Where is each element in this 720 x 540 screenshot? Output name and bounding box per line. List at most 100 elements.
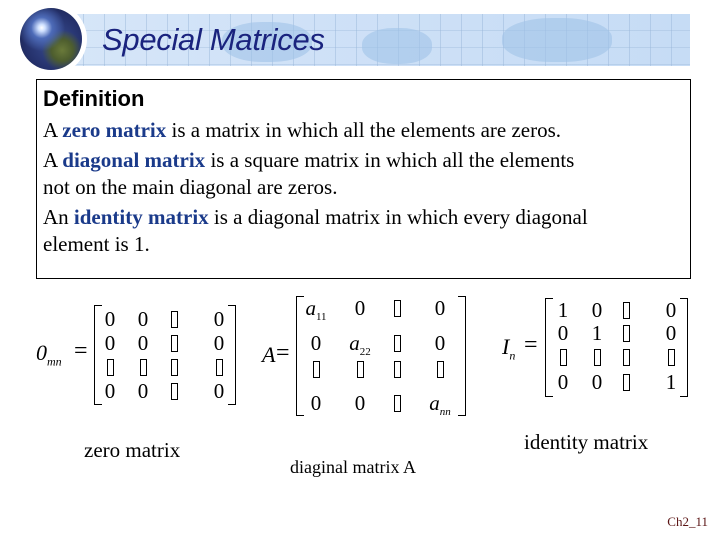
matrix-cell: 0: [665, 321, 677, 345]
placeholder-glyph: [593, 349, 601, 366]
identity-matrix-caption: identity matrix: [524, 430, 649, 454]
definition-prefix: A: [43, 118, 63, 142]
matrix-cell: 0: [665, 298, 677, 322]
definition-continuation: element is 1.: [43, 232, 150, 256]
matrix-cell: 0: [104, 379, 116, 403]
matrix-cell: a22: [349, 331, 371, 359]
page-title: Special Matrices: [102, 22, 325, 57]
matrix-cell: 0: [557, 370, 569, 394]
term-diagonal-matrix: diagonal matrix: [62, 148, 206, 172]
matrix-cell: 0: [104, 331, 116, 355]
matrix-cell: 0: [137, 331, 149, 355]
definition-text: is a matrix in which all the elements ar…: [166, 118, 562, 142]
placeholder-glyph: [312, 361, 320, 378]
zero-matrix-symbol: 0mn: [36, 340, 62, 369]
term-zero-matrix: zero matrix: [62, 118, 167, 142]
left-bracket: [94, 305, 102, 405]
matrix-cell: 0: [213, 331, 225, 355]
equals-sign: =: [524, 332, 538, 358]
matrix-cell: [129, 355, 157, 380]
matrix-cell: a11: [305, 296, 327, 324]
placeholder-glyph: [215, 359, 223, 376]
matrix-cell: 0: [310, 331, 322, 355]
globe-icon: [20, 8, 82, 70]
matrix-cell: [205, 355, 233, 380]
definition-diagonal-matrix: A diagonal matrix is a square matrix in …: [43, 147, 690, 174]
matrix-cell: [612, 345, 640, 370]
definition-prefix: A: [43, 148, 63, 172]
matrix-cell: 0: [104, 307, 116, 331]
matrix-cell: [612, 298, 640, 323]
matrix-cell: [160, 379, 188, 404]
definition-heading: Definition: [43, 86, 145, 111]
matrix-cell: [612, 370, 640, 395]
right-bracket: [228, 305, 236, 405]
placeholder-glyph: [622, 349, 630, 366]
definition-identity-matrix: An identity matrix is a diagonal matrix …: [43, 204, 690, 231]
matrix-cell: [383, 357, 411, 382]
matrix-cell: 0: [591, 370, 603, 394]
placeholder-glyph: [622, 374, 630, 391]
matrix-cell: 0: [557, 321, 569, 345]
right-bracket: [458, 296, 466, 416]
matrix-cell: [383, 391, 411, 416]
diagonal-matrix-symbol: A: [262, 342, 276, 367]
equals-sign: =: [276, 340, 290, 366]
placeholder-glyph: [622, 325, 630, 342]
matrix-cell: 0: [434, 331, 446, 355]
placeholder-glyph: [170, 359, 178, 376]
matrix-cell: 0: [310, 391, 322, 415]
definition-zero-matrix: A zero matrix is a matrix in which all t…: [43, 117, 690, 144]
matrix-cell: [96, 355, 124, 380]
identity-matrix-symbol: In: [502, 334, 516, 363]
banner-map-decoration: [502, 18, 612, 62]
placeholder-glyph: [393, 395, 401, 412]
definition-text: is a square matrix in which all the elem…: [205, 148, 575, 172]
equals-sign: =: [74, 338, 88, 364]
placeholder-glyph: [559, 349, 567, 366]
placeholder-glyph: [436, 361, 444, 378]
placeholder-glyph: [622, 302, 630, 319]
diagonal-matrix-caption: diaginal matrix A: [290, 457, 416, 477]
placeholder-glyph: [106, 359, 114, 376]
definition-prefix: An: [43, 205, 74, 229]
page-number: Ch2_11: [667, 514, 708, 529]
matrix-cell: [583, 345, 611, 370]
matrix-cell: 0: [213, 379, 225, 403]
matrix-cell: [426, 357, 454, 382]
placeholder-glyph: [667, 349, 675, 366]
definition-text: is a diagonal matrix in which every diag…: [208, 205, 588, 229]
placeholder-glyph: [170, 335, 178, 352]
banner-map-decoration: [362, 28, 432, 64]
left-bracket: [296, 296, 304, 416]
placeholder-glyph: [393, 361, 401, 378]
matrix-cell: 1: [557, 298, 569, 322]
definition-continuation: not on the main diagonal are zeros.: [43, 175, 338, 199]
matrix-cell: ann: [429, 391, 451, 419]
matrix-cell: [549, 345, 577, 370]
matrix-cell: 0: [354, 391, 366, 415]
matrix-cell: [302, 357, 330, 382]
matrix-cell: [160, 307, 188, 332]
matrix-cell: 1: [591, 321, 603, 345]
matrix-cell: [383, 331, 411, 356]
placeholder-glyph: [170, 383, 178, 400]
matrix-cell: 1: [665, 370, 677, 394]
matrix-cell: 0: [354, 296, 366, 320]
matrix-cell: [160, 355, 188, 380]
definition-box: Definition A zero matrix is a matrix in …: [36, 79, 691, 279]
matrix-cell: 0: [434, 296, 446, 320]
matrix-cell: [160, 331, 188, 356]
placeholder-glyph: [139, 359, 147, 376]
placeholder-glyph: [170, 311, 178, 328]
term-identity-matrix: identity matrix: [73, 205, 209, 229]
placeholder-glyph: [356, 361, 364, 378]
placeholder-glyph: [393, 335, 401, 352]
matrix-cell: 0: [213, 307, 225, 331]
right-bracket: [680, 298, 688, 397]
matrix-cell: 0: [591, 298, 603, 322]
matrix-cell: [657, 345, 685, 370]
matrix-cell: 0: [137, 379, 149, 403]
left-bracket: [545, 298, 553, 397]
matrix-cell: [346, 357, 374, 382]
